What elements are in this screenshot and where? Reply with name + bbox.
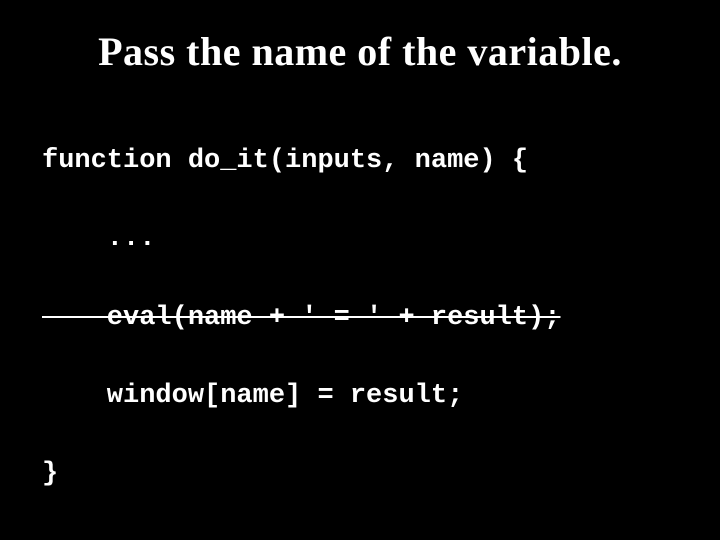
code-line-1: function do_it(inputs, name) { (42, 142, 680, 181)
code-line-5: } (42, 455, 680, 494)
code-block: function do_it(inputs, name) { ... eval(… (42, 103, 680, 534)
code-line-3-strikethrough: eval(name + ' = ' + result); (42, 299, 680, 338)
code-line-2: ... (42, 220, 680, 259)
slide-title: Pass the name of the variable. (40, 28, 680, 75)
code-line-4: window[name] = result; (42, 377, 680, 416)
